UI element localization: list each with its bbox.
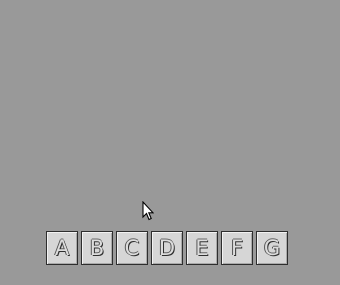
letter-button-e[interactable]: E [186,231,218,265]
letter-button-c[interactable]: C [116,231,148,265]
letter-button-row: A B C D E F G [46,231,288,265]
arrow-cursor-icon [142,201,154,221]
letter-button-g[interactable]: G [256,231,288,265]
letter-button-f[interactable]: F [221,231,253,265]
letter-button-b[interactable]: B [81,231,113,265]
letter-button-a[interactable]: A [46,231,78,265]
letter-button-d[interactable]: D [151,231,183,265]
